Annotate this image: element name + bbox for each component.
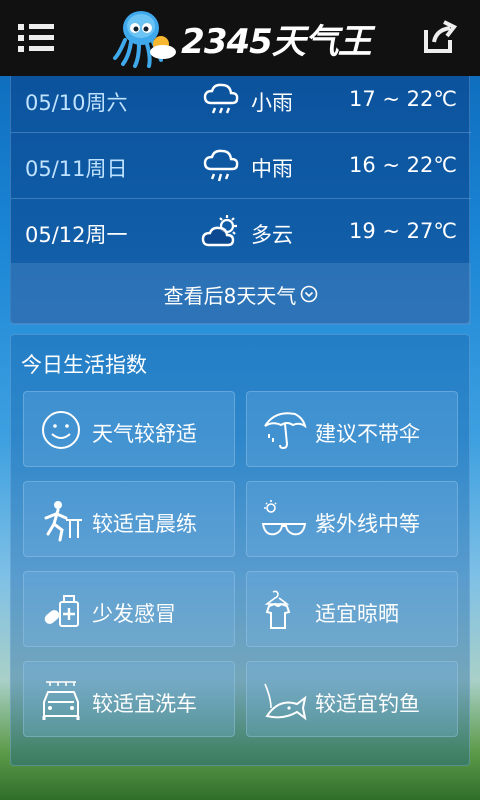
life-index-item-drying[interactable]: 适宜晾晒 [246, 571, 458, 647]
forecast-temp: 16 ~ 22℃ [349, 153, 457, 177]
more-forecast-button[interactable]: 查看后8天天气 [11, 263, 471, 325]
more-forecast-label: 查看后8天天气 [163, 283, 297, 308]
life-index-title: 今日生活指数 [21, 353, 147, 377]
smiley-icon [42, 411, 80, 449]
forecast-temp: 17 ~ 22℃ [349, 87, 457, 111]
menu-button[interactable] [18, 20, 56, 56]
top-bar: 2345天气王 [0, 0, 480, 76]
life-index-item-comfort[interactable]: 天气较舒适 [23, 391, 235, 467]
fishing-icon [264, 683, 307, 721]
life-index-label: 建议不带伞 [315, 422, 420, 446]
rain-cloud-icon [203, 83, 239, 114]
forecast-date: 05/12周一 [25, 223, 128, 247]
app-title: 2345天气王 [181, 21, 372, 62]
sunglasses-icon [261, 500, 307, 536]
shirt-hanger-icon [264, 590, 291, 629]
forecast-condition: 中雨 [251, 157, 293, 181]
life-index-item-umbrella[interactable]: 建议不带伞 [246, 391, 458, 467]
life-index-item-exercise[interactable]: 较适宜晨练 [23, 481, 235, 557]
forecast-temp: 19 ~ 27℃ [349, 219, 457, 243]
life-index-label: 紫外线中等 [315, 512, 420, 536]
forecast-condition: 小雨 [251, 91, 293, 115]
rain-cloud-icon [203, 149, 239, 182]
share-button[interactable] [420, 18, 458, 56]
life-index-item-uv[interactable]: 紫外线中等 [246, 481, 458, 557]
chevron-down-icon [301, 285, 318, 303]
forecast-row[interactable]: 05/11周日 中雨 16 ~ 22℃ [11, 133, 471, 199]
life-index-label: 适宜晾晒 [315, 602, 399, 626]
octopus-logo-icon [113, 11, 177, 68]
life-index-label: 天气较舒适 [92, 422, 197, 446]
forecast-date: 05/11周日 [25, 157, 128, 181]
forecast-row[interactable]: 05/12周一 多云 19 ~ 27℃ [11, 199, 471, 265]
life-index-label: 少发感冒 [92, 602, 176, 626]
life-index-label: 较适宜晨练 [92, 512, 197, 536]
forecast-date: 05/10周六 [25, 91, 128, 115]
life-index-panel: 今日生活指数 天气较舒适 建议不带伞 较适宜晨练 紫外线中等 少发感冒 适宜晾晒… [10, 334, 470, 766]
life-index-label: 较适宜洗车 [92, 692, 197, 716]
partly-cloudy-icon [201, 215, 237, 247]
share-icon [424, 20, 458, 53]
car-wash-icon [42, 681, 80, 720]
life-index-label: 较适宜钓鱼 [315, 692, 420, 716]
forecast-panel: 05/10周六 小雨 17 ~ 22℃ 05/11周日 中雨 16 ~ 22℃ … [10, 66, 471, 325]
forecast-condition: 多云 [251, 223, 293, 247]
app-brand: 2345天气王 [109, 6, 372, 70]
life-index-item-cold[interactable]: 少发感冒 [23, 571, 235, 647]
running-person-icon [44, 501, 82, 542]
medicine-icon [44, 595, 79, 627]
life-index-item-carwash[interactable]: 较适宜洗车 [23, 661, 235, 737]
forecast-row[interactable]: 05/10周六 小雨 17 ~ 22℃ [11, 67, 471, 133]
life-index-item-fishing[interactable]: 较适宜钓鱼 [246, 661, 458, 737]
umbrella-icon [264, 412, 307, 450]
